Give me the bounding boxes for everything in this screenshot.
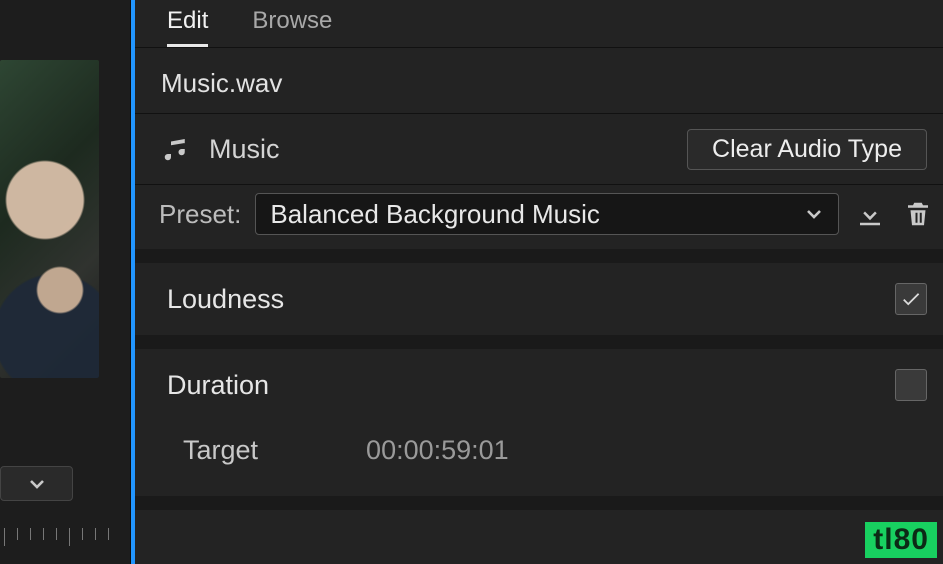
section-divider <box>135 496 943 510</box>
duration-section-header[interactable]: Duration <box>135 349 943 421</box>
tab-browse[interactable]: Browse <box>252 6 332 47</box>
section-divider <box>135 335 943 349</box>
clear-audio-type-button[interactable]: Clear Audio Type <box>687 129 927 170</box>
delete-preset-button[interactable] <box>901 197 935 231</box>
chevron-down-icon <box>804 204 824 224</box>
loudness-checkbox[interactable] <box>895 283 927 315</box>
loudness-title: Loudness <box>167 284 284 315</box>
target-value[interactable]: 00:00:59:01 <box>366 435 509 466</box>
section-divider <box>135 249 943 263</box>
essential-sound-panel: Edit Browse Music.wav Music Clear Audio … <box>135 0 943 564</box>
download-icon <box>855 199 885 229</box>
duration-target-row: Target 00:00:59:01 <box>135 421 943 496</box>
clip-thumbnail <box>0 60 99 378</box>
target-label: Target <box>183 435 258 466</box>
watermark: tl80 <box>865 522 937 558</box>
loudness-section-header[interactable]: Loudness <box>135 263 943 335</box>
check-icon <box>900 288 922 310</box>
panel-tabs: Edit Browse <box>135 0 943 48</box>
clip-filename: Music.wav <box>135 48 943 113</box>
preset-selected-value: Balanced Background Music <box>270 199 600 230</box>
audio-type-label: Music <box>209 134 280 165</box>
tab-edit[interactable]: Edit <box>167 6 208 47</box>
small-dropdown[interactable] <box>0 466 73 501</box>
preset-label: Preset: <box>159 199 241 230</box>
duration-checkbox[interactable] <box>895 369 927 401</box>
trash-icon <box>903 199 933 229</box>
timeline-ruler <box>0 528 130 564</box>
save-preset-button[interactable] <box>853 197 887 231</box>
preset-dropdown[interactable]: Balanced Background Music <box>255 193 839 235</box>
music-icon <box>161 134 191 164</box>
chevron-down-icon <box>27 474 47 494</box>
duration-title: Duration <box>167 370 269 401</box>
